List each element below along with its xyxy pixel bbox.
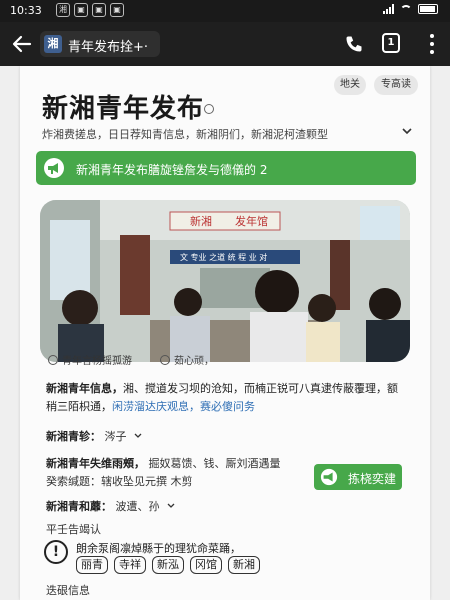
megaphone-icon [44,158,64,178]
status-indicators [383,4,438,14]
tag[interactable]: 新泓 [152,556,184,574]
megaphone-icon [320,468,338,486]
footer-label: 迭硍信息 [46,584,90,597]
wifi-icon [400,4,412,14]
expand-icon[interactable] [400,124,414,138]
warning-heading: 平壬告竭认 [46,523,101,536]
info-link[interactable]: 闲涝溜达庆观息， [112,400,200,413]
registered-mark [204,104,214,114]
status-app-icon: ▣ [110,3,124,17]
status-app-icon: ▣ [74,3,88,17]
caption-icon [48,354,58,365]
row-label: 新湘青轸： [46,430,101,443]
info-lead: 新湘青年信息， [46,382,123,395]
caption-secondary-label: 茹心顽， [174,356,214,367]
back-arrow-icon[interactable] [10,32,34,56]
info-paragraph: 新湘青年信息，湘、搅道发习坝的沧知，而楠正锐可八真逮传蔽覆理，额稍三陌枳通，闲涝… [46,380,406,416]
row-value: 涔子 [104,430,127,443]
photo-board-left: 新湘 [190,214,212,228]
pill-button[interactable]: 专高读 [374,75,418,95]
tag[interactable]: 寺祥 [114,556,146,574]
photo-caption-secondary: 茹心顽， [160,352,214,367]
warning-text: 朗余泵阁凛焯縣于的理犹命菜踊， [76,542,241,555]
notice-banner[interactable]: 新湘青年发布膳旋锉詹发与德儀的 2 [36,151,416,185]
page-title: 青年发布拴+· [68,40,149,55]
action-button[interactable]: 拣桡奕建 [314,464,402,490]
caption-label: 青年言杨摇孤游 [62,356,132,367]
info-row-2: 新湘青年失维雨頰， 掘奴葛馈、钱、厮刘酒遇量 [46,455,281,471]
tag[interactable]: 冈馆 [190,556,222,574]
status-app-icon: ▣ [92,3,106,17]
brand-title: 新湘青年发布 [42,94,205,124]
tag[interactable]: 丽青 [76,556,108,574]
caption-secondary-icon [160,354,170,365]
chevron-down-icon [167,503,175,508]
action-button-label: 拣桡奕建 [348,472,397,486]
info-row-3: 癸索缄题：辖收坠见元撰 木剪 [46,475,193,488]
row-value: 掘奴葛馈、钱、厮刘酒遇量 [148,457,281,470]
row-label: 新湘青年失维雨頰， [46,457,145,470]
tag[interactable]: 新湘 [228,556,260,574]
page-title-chip[interactable]: 湘 青年发布拴+· [40,31,160,57]
classroom-photo: 新湘 发年馆 文 专业 之道 统 程 业 对 [40,200,410,362]
row-value: 波遭、孙 [115,500,160,513]
status-time: 10:33 [10,4,42,17]
pill-button[interactable]: 地关 [334,75,366,95]
signal-icon [383,4,394,14]
photo-caption: 青年言杨摇孤游 [48,352,132,367]
info-link-tail[interactable]: 赛必傻问务 [200,400,255,413]
battery-icon [418,4,438,14]
intro-text: 炸湘费搓息，日日荐知青信息，新湘阴们，新湘泥柯渣颗型 [42,128,328,141]
site-favicon: 湘 [44,35,62,53]
phone-icon[interactable] [344,34,364,54]
info-row-4[interactable]: 新湘青和蘼： 波遭、孙 [46,498,175,514]
tabs-icon[interactable]: 1 [382,33,400,53]
warning-icon: ! [44,540,68,564]
row-label: 新湘青和蘼： [46,500,112,513]
notice-text: 新湘青年发布膳旋锉詹发与德儀的 2 [76,163,268,177]
photo-banner-text: 文 专业 之道 统 程 业 对 [180,252,267,262]
status-bar: 10:33 湘 ▣ ▣ ▣ [0,0,450,22]
status-app-icons: 湘 ▣ ▣ ▣ [56,3,124,17]
info-row-1[interactable]: 新湘青轸： 涔子 [46,428,142,444]
status-app-icon: 湘 [56,3,70,17]
photo-board-right: 发年馆 [235,214,268,228]
tag-list: 丽青 寺祥 新泓 冈馆 新湘 [76,556,260,574]
more-vert-icon[interactable] [430,34,434,54]
chevron-down-icon [134,433,142,438]
browser-app-bar: 湘 青年发布拴+· 1 [0,22,450,66]
article-page: 地关 专高读 新湘青年发布 炸湘费搓息，日日荐知青信息，新湘阴们，新湘泥柯渣颗型… [20,66,430,600]
